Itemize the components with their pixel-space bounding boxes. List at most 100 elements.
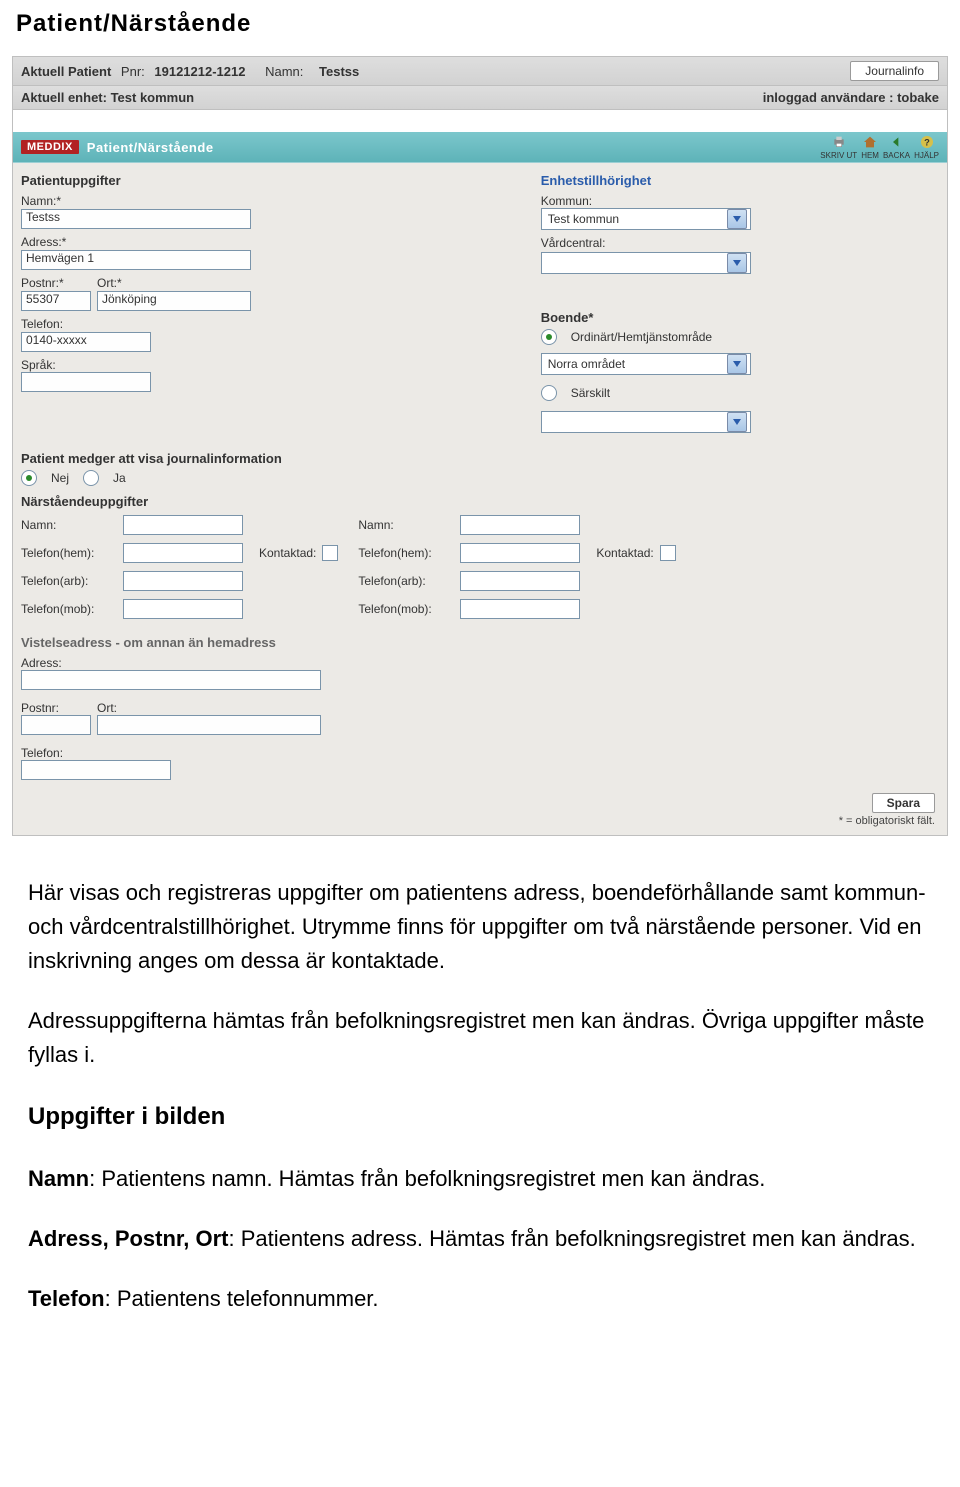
vistelse-ort-input[interactable] bbox=[97, 715, 321, 735]
doc-namn-label: Namn bbox=[28, 1166, 89, 1191]
doc-para-2: Adressuppgifterna hämtas från befolkning… bbox=[28, 1004, 932, 1072]
doc-namn-text: : Patientens namn. Hämtas från befolknin… bbox=[89, 1166, 765, 1191]
home-icon[interactable]: HEM bbox=[861, 134, 879, 160]
kin2-kontaktad-checkbox[interactable] bbox=[660, 545, 676, 561]
home-label: HEM bbox=[861, 151, 879, 160]
help-icon[interactable]: ? HJÄLP bbox=[914, 134, 939, 160]
kin1-telmob-input[interactable] bbox=[123, 599, 243, 619]
sprak-field-label: Språk: bbox=[21, 358, 517, 372]
namn-value: Testss bbox=[319, 64, 359, 79]
header-row-1: Aktuell Patient Pnr: 19121212-1212 Namn:… bbox=[13, 57, 947, 86]
kin2-telhem-label: Telefon(hem): bbox=[358, 546, 454, 560]
boende-sarskilt-radio[interactable] bbox=[541, 385, 557, 401]
doc-h2: Uppgifter i bilden bbox=[28, 1098, 932, 1135]
adress-input[interactable]: Hemvägen 1 bbox=[21, 250, 251, 270]
kommun-select[interactable]: Test kommun bbox=[541, 208, 751, 230]
kin2-telhem-input[interactable] bbox=[460, 543, 580, 563]
kin2-telarb-label: Telefon(arb): bbox=[358, 574, 454, 588]
chevron-down-icon bbox=[727, 354, 747, 374]
spara-button[interactable]: Spara bbox=[872, 793, 935, 813]
boende-title: Boende* bbox=[541, 310, 927, 325]
back-icon[interactable]: BACKA bbox=[883, 134, 910, 160]
postnr-input[interactable]: 55307 bbox=[21, 291, 91, 311]
aktuell-enhet-label: Aktuell enhet: Test kommun bbox=[21, 90, 194, 105]
doc-adr-text: : Patientens adress. Hämtas från befolkn… bbox=[229, 1226, 916, 1251]
doc-tel-label: Telefon bbox=[28, 1286, 105, 1311]
ort-field-label: Ort:* bbox=[97, 276, 251, 290]
kin2-namn-input[interactable] bbox=[460, 515, 580, 535]
boende-ordinart-radio[interactable] bbox=[541, 329, 557, 345]
vistelse-telefon-input[interactable] bbox=[21, 760, 171, 780]
kin2-telmob-input[interactable] bbox=[460, 599, 580, 619]
boende-sarskilt-label: Särskilt bbox=[571, 386, 610, 400]
vistelse-title: Vistelseadress - om annan än hemadress bbox=[21, 635, 939, 650]
page-title: Patient/Närstående bbox=[0, 0, 960, 56]
kin1-telhem-input[interactable] bbox=[123, 543, 243, 563]
vistelse-adress-label: Adress: bbox=[21, 656, 939, 670]
doc-adr-label: Adress, Postnr, Ort bbox=[28, 1226, 229, 1251]
vardcentral-select[interactable] bbox=[541, 252, 751, 274]
back-label: BACKA bbox=[883, 151, 910, 160]
kin1-telarb-label: Telefon(arb): bbox=[21, 574, 117, 588]
kin2-kontaktad-label: Kontaktad: bbox=[596, 546, 653, 560]
consent-nej-radio[interactable] bbox=[21, 470, 37, 486]
pnr-label: Pnr: bbox=[121, 64, 145, 79]
kin2-namn-label: Namn: bbox=[358, 518, 454, 532]
chevron-down-icon bbox=[727, 412, 747, 432]
narstaende-title: Närståendeuppgifter bbox=[21, 494, 939, 509]
aktuell-patient-label: Aktuell Patient bbox=[21, 64, 111, 79]
ort-input[interactable]: Jönköping bbox=[97, 291, 251, 311]
vistelse-postnr-label: Postnr: bbox=[21, 701, 91, 715]
kin1-kontaktad-label: Kontaktad: bbox=[259, 546, 316, 560]
boende-ordinart-select[interactable]: Norra området bbox=[541, 353, 751, 375]
adress-field-label: Adress:* bbox=[21, 235, 517, 249]
chevron-down-icon bbox=[727, 253, 747, 273]
vistelse-ort-label: Ort: bbox=[97, 701, 321, 715]
doc-tel-row: Telefon: Patientens telefonnummer. bbox=[28, 1282, 932, 1316]
kin1-telarb-input[interactable] bbox=[123, 571, 243, 591]
logo: MEDDIX bbox=[21, 140, 79, 154]
kommun-value: Test kommun bbox=[548, 212, 619, 226]
kin1-telmob-label: Telefon(mob): bbox=[21, 602, 117, 616]
consent-nej-label: Nej bbox=[51, 471, 69, 485]
sprak-input[interactable] bbox=[21, 372, 151, 392]
print-label: SKRIV UT bbox=[820, 151, 857, 160]
chevron-down-icon bbox=[727, 209, 747, 229]
vistelse-postnr-input[interactable] bbox=[21, 715, 91, 735]
brand-title: Patient/Närstående bbox=[87, 140, 214, 155]
doc-tel-text: : Patientens telefonnummer. bbox=[105, 1286, 379, 1311]
kin1-kontaktad-checkbox[interactable] bbox=[322, 545, 338, 561]
screenshot-panel: Aktuell Patient Pnr: 19121212-1212 Namn:… bbox=[12, 56, 948, 836]
doc-para-1: Här visas och registreras uppgifter om p… bbox=[28, 876, 932, 978]
boende-sarskilt-select[interactable] bbox=[541, 411, 751, 433]
doc-namn-row: Namn: Patientens namn. Hämtas från befol… bbox=[28, 1162, 932, 1196]
journal-consent-title: Patient medger att visa journalinformati… bbox=[21, 451, 939, 466]
help-label: HJÄLP bbox=[914, 151, 939, 160]
kin2-telarb-input[interactable] bbox=[460, 571, 580, 591]
inloggad-label: inloggad användare : tobake bbox=[763, 90, 939, 105]
pnr-value: 19121212-1212 bbox=[154, 64, 245, 79]
vistelse-adress-input[interactable] bbox=[21, 670, 321, 690]
document-body: Här visas och registreras uppgifter om p… bbox=[0, 836, 960, 1336]
kin1-namn-input[interactable] bbox=[123, 515, 243, 535]
kin1-namn-label: Namn: bbox=[21, 518, 117, 532]
patientuppgifter-title: Patientuppgifter bbox=[21, 173, 517, 188]
enhet-title: Enhetstillhörighet bbox=[541, 173, 927, 188]
boende-ordinart-label: Ordinärt/Hemtjänstområde bbox=[571, 330, 712, 344]
consent-ja-radio[interactable] bbox=[83, 470, 99, 486]
svg-text:?: ? bbox=[924, 137, 930, 147]
telefon-field-label: Telefon: bbox=[21, 317, 517, 331]
postnr-field-label: Postnr:* bbox=[21, 276, 91, 290]
header-row-2: Aktuell enhet: Test kommun inloggad anvä… bbox=[13, 86, 947, 110]
consent-ja-label: Ja bbox=[113, 471, 126, 485]
mandatory-footnote: * = obligatoriskt fält. bbox=[21, 815, 939, 831]
telefon-input[interactable]: 0140-xxxxx bbox=[21, 332, 151, 352]
print-icon[interactable]: SKRIV UT bbox=[820, 134, 857, 160]
kommun-field-label: Kommun: bbox=[541, 194, 927, 208]
kin2-telmob-label: Telefon(mob): bbox=[358, 602, 454, 616]
vardcentral-field-label: Vårdcentral: bbox=[541, 236, 927, 250]
brand-bar: MEDDIX Patient/Närstående SKRIV UT HEM B… bbox=[13, 132, 947, 163]
journalinfo-button[interactable]: Journalinfo bbox=[850, 61, 939, 81]
doc-adr-row: Adress, Postnr, Ort: Patientens adress. … bbox=[28, 1222, 932, 1256]
namn-input[interactable]: Testss bbox=[21, 209, 251, 229]
